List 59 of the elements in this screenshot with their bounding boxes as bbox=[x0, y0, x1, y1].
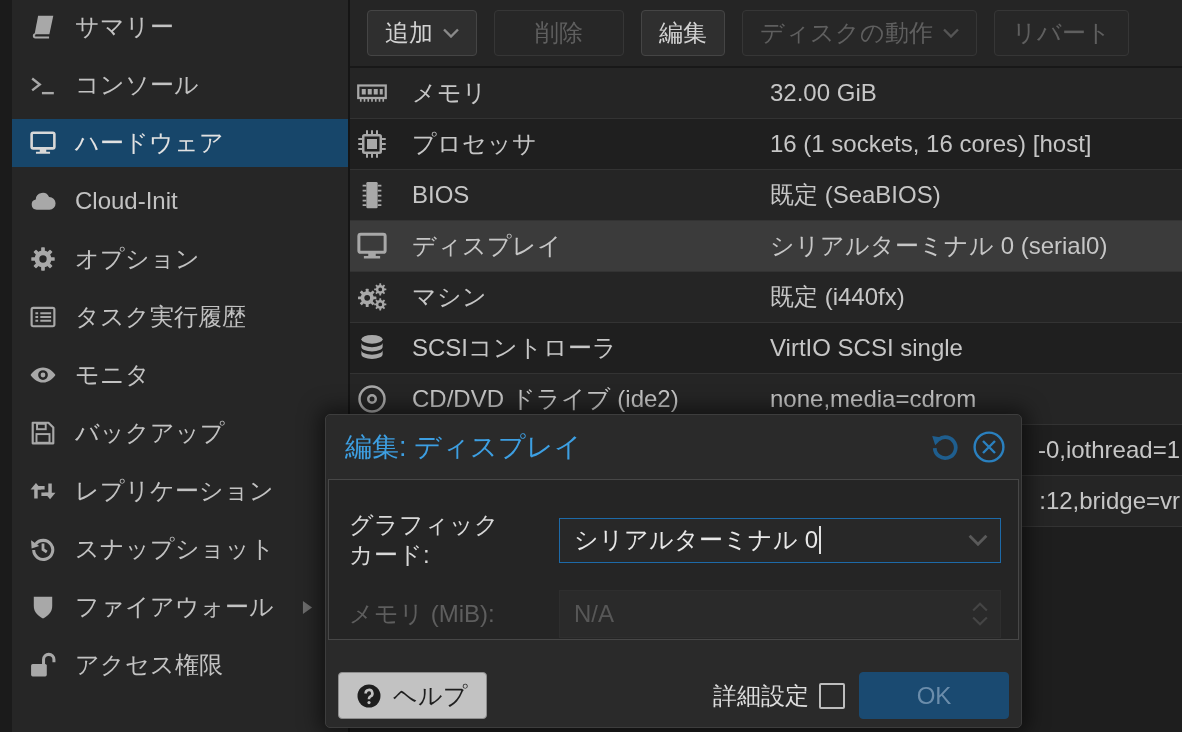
dropdown-field[interactable]: シリアルターミナル 0 bbox=[559, 517, 1001, 563]
book-icon bbox=[30, 14, 56, 40]
sidebar-item[interactable]: Cloud-Init bbox=[12, 177, 322, 225]
field-label: グラフィックカード: bbox=[349, 510, 500, 570]
monitor-icon bbox=[357, 231, 387, 261]
table-row[interactable]: ディスプレイ シリアルターミナル 0 (serial0) bbox=[350, 221, 1182, 272]
table-cell: プロセッサ bbox=[412, 130, 537, 157]
sidebar-item[interactable]: コンソール bbox=[12, 61, 322, 109]
table-cell: マシン bbox=[412, 283, 487, 310]
toolbar-button[interactable]: 追加 bbox=[367, 10, 477, 56]
sidebar-item[interactable]: サマリー bbox=[12, 3, 322, 51]
table-cell: ディスプレイ bbox=[412, 232, 562, 259]
table-cell: -0,iothread=1 bbox=[1037, 436, 1180, 464]
table-row[interactable]: マシン 既定 (i440fx) bbox=[350, 272, 1182, 323]
sidebar-item[interactable]: ファイアウォール bbox=[12, 583, 322, 631]
table-cell-text: シリアルターミナル 0 (serial0) bbox=[770, 231, 1108, 261]
table-cell: 32.00 GiB bbox=[770, 79, 877, 107]
help-icon bbox=[357, 683, 381, 708]
table-cell-text: 既定 (SeaBIOS) bbox=[770, 180, 941, 210]
sidebar-item[interactable]: ハードウェア bbox=[12, 119, 348, 167]
sidebar-item[interactable]: レプリケーション bbox=[12, 467, 322, 515]
table-cell: :12,bridge=vr bbox=[1039, 487, 1180, 515]
table-cell: VirtIO SCSI single bbox=[770, 334, 963, 362]
reset-icon[interactable] bbox=[931, 433, 959, 461]
text-cursor bbox=[819, 526, 821, 554]
sidebar-item[interactable]: バックアップ bbox=[12, 409, 322, 457]
table-row[interactable]: BIOS 既定 (SeaBIOS) bbox=[350, 170, 1182, 221]
table-cell: CD/DVD ドライブ (ide2) bbox=[412, 385, 679, 412]
monitor-icon bbox=[30, 130, 56, 156]
close-icon[interactable] bbox=[973, 431, 1005, 463]
table-row[interactable]: メモリ 32.00 GiB bbox=[350, 68, 1182, 119]
sidebar-item[interactable]: スナップショット bbox=[12, 525, 322, 573]
sidebar-item[interactable]: オプション bbox=[12, 235, 322, 283]
checkbox[interactable] bbox=[819, 682, 845, 709]
history-icon bbox=[30, 536, 56, 562]
help-button[interactable]: ヘルプ bbox=[338, 672, 487, 719]
table-cell-text: 既定 (i440fx) bbox=[770, 282, 905, 312]
sidebar-item[interactable]: タスク実行履歴 bbox=[12, 293, 322, 341]
caret-icon[interactable] bbox=[968, 534, 988, 546]
sidebar-item[interactable]: アクセス権限 bbox=[12, 641, 322, 689]
sidebar-item[interactable]: モニタ bbox=[12, 351, 322, 399]
table-cell: BIOS bbox=[412, 181, 470, 208]
disc-icon bbox=[357, 384, 387, 414]
list-icon bbox=[30, 304, 56, 330]
field-label: メモリ (MiB): bbox=[349, 599, 496, 629]
table-cell: SCSIコントローラ bbox=[412, 334, 617, 361]
caret-icon bbox=[443, 28, 459, 38]
expand-arrow-icon[interactable] bbox=[302, 599, 313, 615]
table-cell: none,media=cdrom bbox=[770, 385, 977, 413]
unlocked-padlock-icon bbox=[30, 652, 56, 678]
toolbar-button[interactable]: 編集 bbox=[641, 10, 725, 56]
table-cell: メモリ bbox=[412, 79, 487, 106]
gears-icon bbox=[357, 282, 387, 312]
caret-icon bbox=[943, 28, 959, 38]
table-cell: 16 (1 sockets, 16 cores) [host] bbox=[770, 130, 1092, 158]
dialog-title: 編集: ディスプレイ bbox=[345, 431, 582, 464]
checkbox-label: 詳細設定 bbox=[713, 680, 809, 711]
gear-icon bbox=[30, 246, 56, 272]
cpu-chip-icon bbox=[357, 129, 387, 159]
